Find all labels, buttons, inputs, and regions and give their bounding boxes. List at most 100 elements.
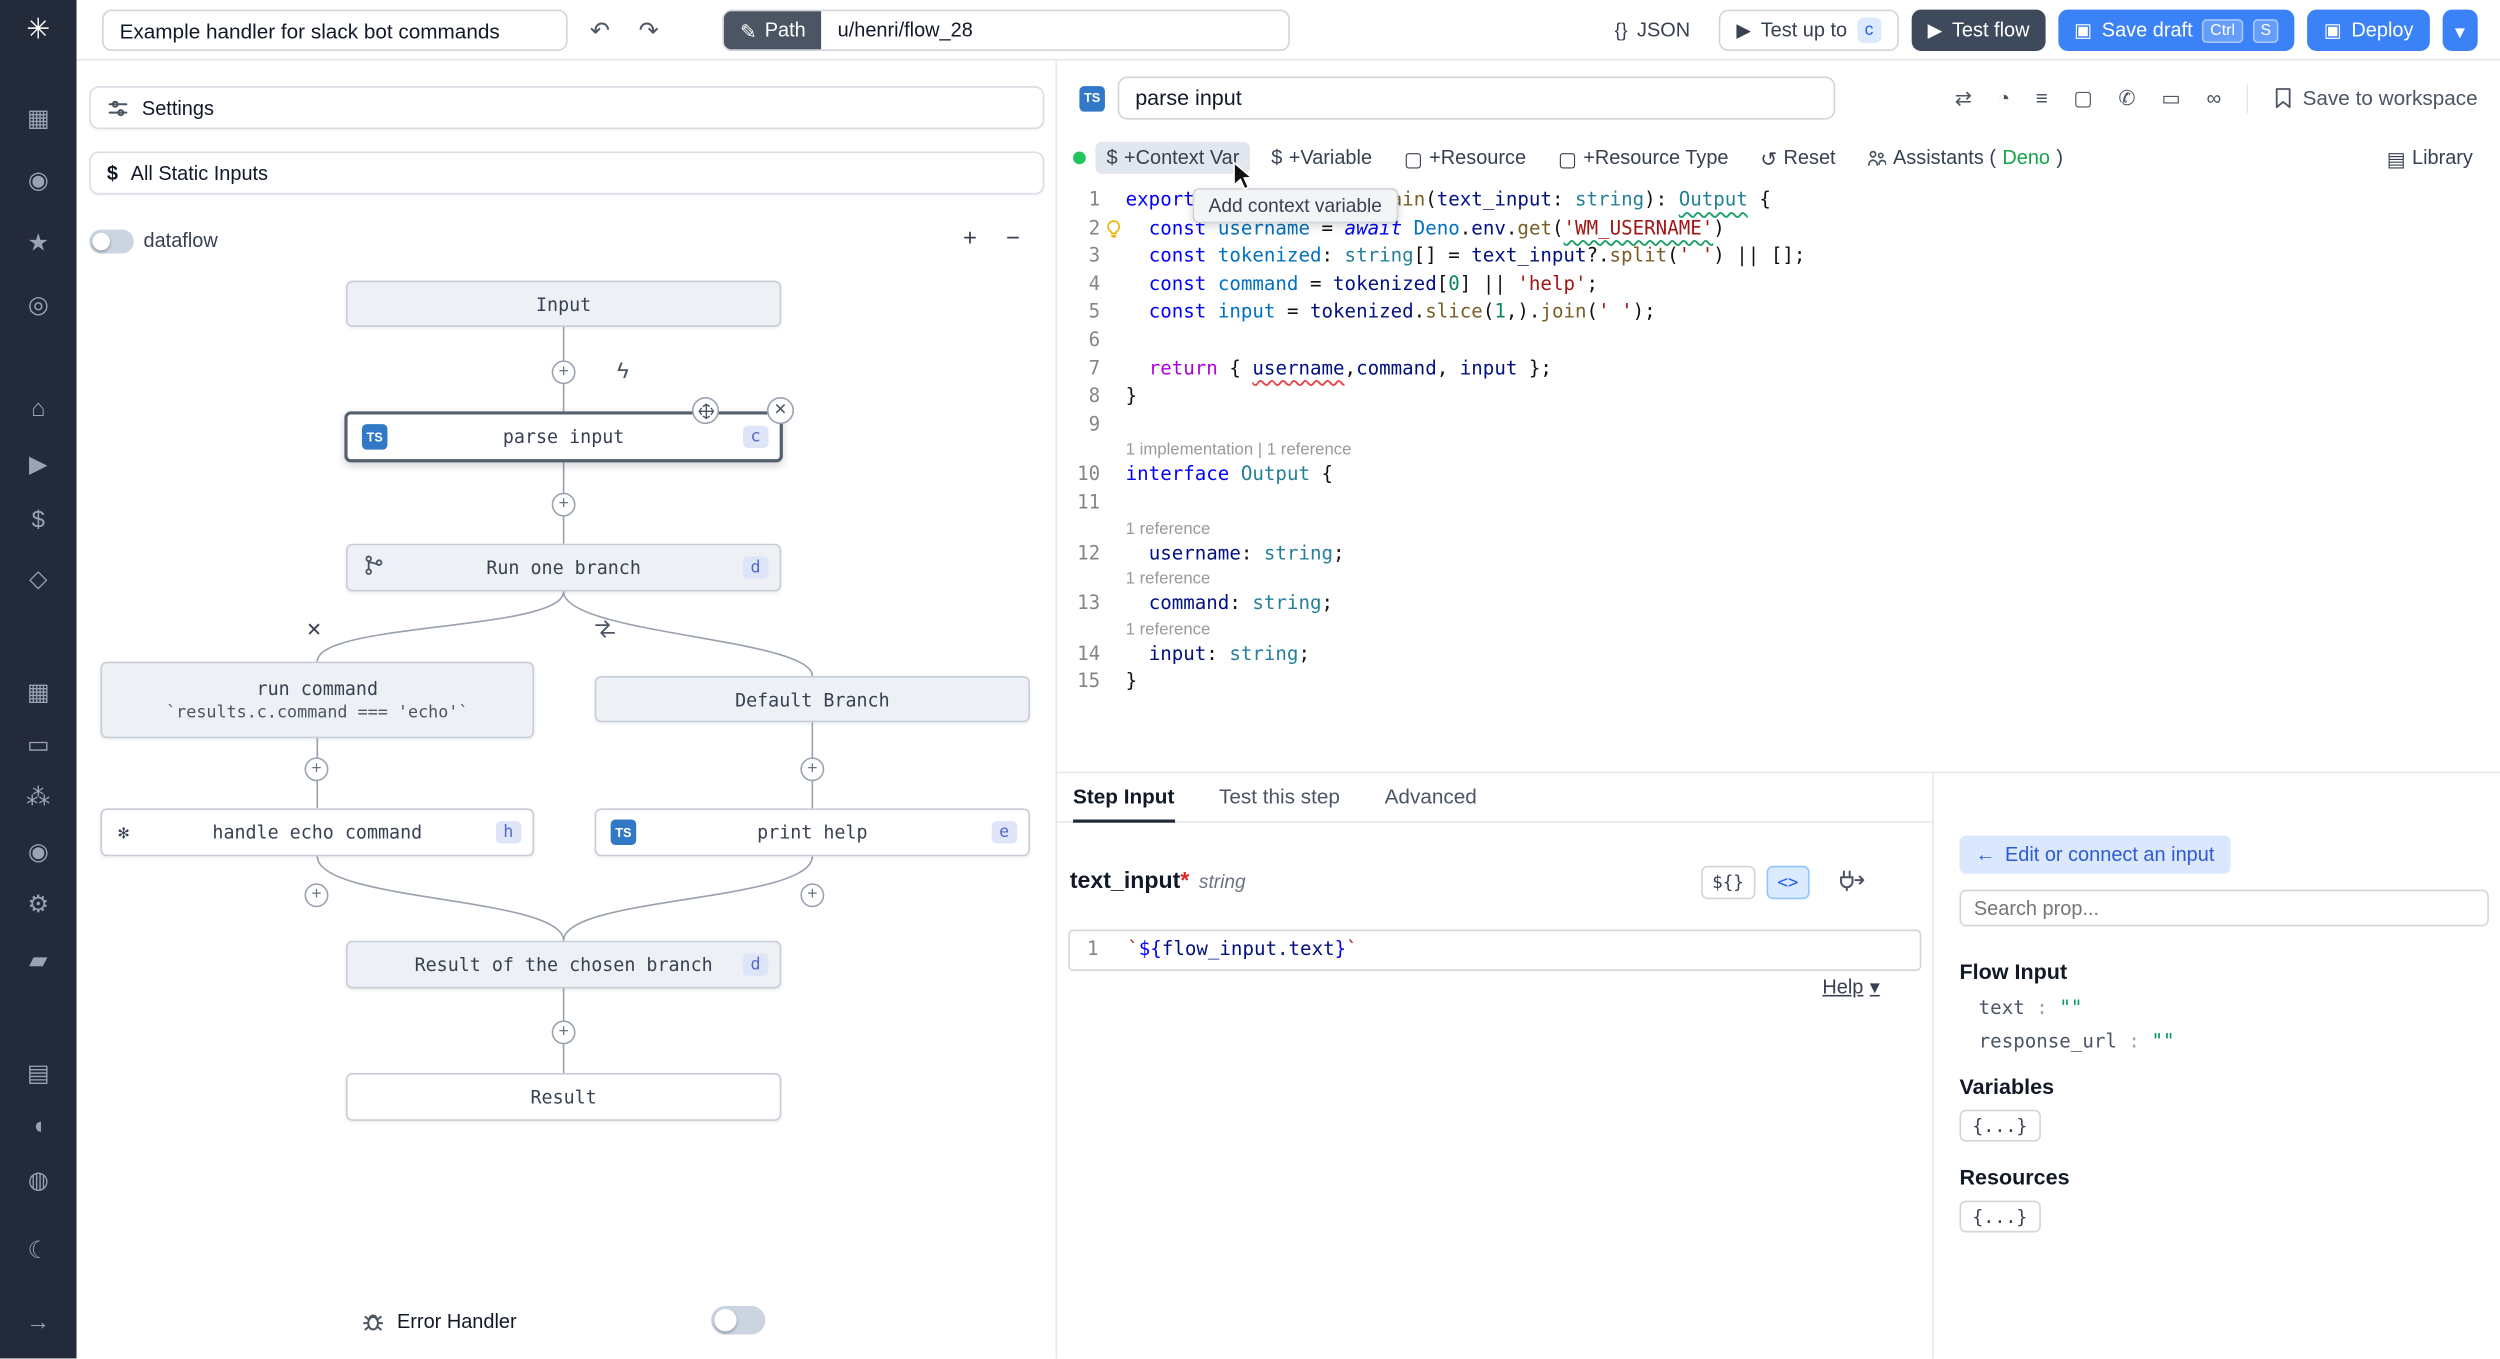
code-line[interactable]: 13 command: string; [1057, 590, 2500, 618]
node-run-command-branch[interactable]: run command `results.c.command === 'echo… [100, 661, 535, 739]
expression-editor[interactable]: 1 `${flow_input.text}` [1068, 929, 1922, 971]
code-line[interactable]: 14 input: string; [1057, 641, 2500, 669]
codelens[interactable]: 1 reference [1126, 517, 2500, 539]
node-handle-echo-command[interactable]: ✻ handle echo command h [100, 808, 535, 857]
sync-icon[interactable]: ⇄ [1955, 85, 1972, 111]
plug-input-icon[interactable] [1837, 867, 1866, 897]
node-run-one-branch[interactable]: Run one branch d [345, 543, 782, 592]
trigger-icon[interactable]: ϟ [617, 359, 629, 381]
deploy-button[interactable]: ▣ Deploy [2307, 9, 2430, 52]
windmill-logo-icon[interactable]: ✳ [0, 14, 77, 43]
save-to-workspace-button[interactable]: Save to workspace [2274, 86, 2478, 110]
code-line[interactable]: 6 [1057, 327, 2500, 355]
workers-icon[interactable]: ▰ [0, 948, 77, 975]
shortcuts-icon[interactable]: ▭ [2161, 85, 2181, 111]
node-parse-input[interactable]: TS parse input c [344, 411, 783, 463]
redo-button[interactable]: ↷ [632, 16, 665, 45]
code-line[interactable]: 12 username: string; [1057, 540, 2500, 568]
home-icon[interactable]: ⌂ [0, 396, 77, 423]
tab-step-input[interactable]: Step Input [1073, 773, 1175, 823]
community-icon[interactable]: ◖ [0, 1114, 77, 1140]
codelens[interactable]: 1 reference [1126, 568, 2500, 590]
library-button[interactable]: ▤ Library [2376, 141, 2484, 174]
delete-node-icon[interactable]: ✕ [766, 397, 795, 425]
add-resource-button[interactable]: ▢ +Resource [1393, 141, 1537, 174]
add-variable-button[interactable]: $ +Variable [1260, 142, 1383, 174]
move-node-icon[interactable] [691, 397, 720, 425]
search-prop-input[interactable] [1959, 889, 2489, 927]
metrics-icon[interactable]: ◔ [1998, 86, 2011, 110]
code-line[interactable]: 11 [1057, 489, 2500, 517]
code-editor[interactable]: 1export async function main(text_input: … [1057, 187, 2500, 697]
vim-mode-icon[interactable]: ∞ [2206, 86, 2221, 110]
github-icon[interactable]: ◍ [0, 1168, 77, 1195]
flow-summary-input[interactable]: Example handler for slack bot commands [102, 9, 568, 52]
undo-button[interactable]: ↶ [584, 16, 617, 45]
audit-logs-icon[interactable]: ◉ [0, 839, 77, 866]
docs-icon[interactable]: ▤ [0, 1061, 77, 1088]
remove-branch-icon[interactable]: ✕ [306, 619, 322, 641]
edit-connect-input-button[interactable]: ← Edit or connect an input [1959, 835, 2231, 874]
code-line[interactable]: 9 [1057, 411, 2500, 439]
groups-icon[interactable]: ⁂ [0, 785, 77, 812]
path-widget[interactable]: ✎ Path u/henri/flow_28 [722, 9, 1291, 52]
fullscreen-icon[interactable]: ▢ [2073, 85, 2093, 111]
schedules-icon[interactable]: ▦ [0, 680, 77, 707]
code-line[interactable]: 15} [1057, 669, 2500, 697]
code-line[interactable]: 5 const input = tokenized.slice(1,).join… [1057, 299, 2500, 327]
runs-icon[interactable]: ▶ [0, 452, 77, 479]
template-mode-chip[interactable]: ${} [1701, 865, 1756, 900]
code-line[interactable]: 10 interface Output { [1057, 461, 2500, 489]
prop-row-text[interactable]: text : "" [1979, 997, 2083, 1019]
users-icon[interactable]: ◎ [0, 293, 77, 319]
path-input[interactable]: u/henri/flow_28 [822, 11, 1289, 49]
assistants-button[interactable]: Assistants (Deno) [1856, 142, 2074, 174]
tab-test-this-step[interactable]: Test this step [1219, 773, 1340, 822]
deploy-options-button[interactable]: ▾ [2442, 9, 2478, 52]
code-mode-chip[interactable]: <> [1766, 865, 1810, 900]
add-step-icon[interactable]: + [800, 757, 825, 782]
node-branch-result[interactable]: Result of the chosen branch d [345, 940, 782, 989]
resources-icon[interactable]: ◇ [0, 567, 77, 594]
code-line[interactable]: 3 const tokenized: string[] = text_input… [1057, 243, 2500, 271]
code-line[interactable]: 7 return { username,command, input }; [1057, 355, 2500, 383]
codelens[interactable]: 1 implementation | 1 reference [1126, 439, 2500, 461]
folders-icon[interactable]: ▭ [0, 733, 77, 759]
add-step-icon[interactable]: + [800, 883, 825, 908]
apps-icon[interactable]: ▦ [0, 106, 77, 133]
node-default-branch[interactable]: Default Branch [594, 676, 1030, 723]
add-step-icon[interactable]: + [551, 1020, 576, 1045]
reset-button[interactable]: ↺ Reset [1749, 141, 1846, 174]
user-icon[interactable]: ◉ [0, 168, 77, 195]
add-step-icon[interactable]: + [304, 757, 329, 782]
save-draft-button[interactable]: ▣ Save draft Ctrl S [2058, 9, 2296, 52]
step-name-input[interactable] [1117, 76, 1836, 120]
favorites-icon[interactable]: ★ [0, 230, 77, 257]
node-input[interactable]: Input [345, 280, 782, 327]
call-icon[interactable]: ✆ [2118, 85, 2135, 111]
codelens[interactable]: 1 reference [1126, 618, 2500, 640]
add-step-icon[interactable]: + [304, 883, 329, 908]
swap-branch-icon[interactable] [595, 619, 616, 643]
add-context-var-button[interactable]: $ +Context Var [1095, 141, 1251, 174]
code-line[interactable]: 1 `${flow_input.text}` [1070, 936, 1920, 964]
history-icon[interactable]: ≡ [2036, 86, 2048, 110]
add-resource-type-button[interactable]: ▢ +Resource Type [1547, 141, 1740, 174]
variables-object-chip[interactable]: {...} [1959, 1109, 2041, 1142]
code-line[interactable]: 4 const command = tokenized[0] || 'help'… [1057, 271, 2500, 299]
test-up-to-button[interactable]: ▶ Test up to c [1718, 9, 1899, 52]
json-toggle-button[interactable]: {} JSON [1599, 10, 1706, 51]
code-line[interactable]: 8} [1057, 383, 2500, 411]
variables-icon[interactable]: $ [0, 508, 77, 535]
help-link[interactable]: Help ▾ [1822, 974, 1879, 998]
dark-mode-icon[interactable]: ☾ [0, 1238, 77, 1265]
node-print-help[interactable]: TS print help e [594, 808, 1030, 857]
add-step-icon[interactable]: + [551, 360, 576, 385]
prop-row-response-url[interactable]: response_url : "" [1979, 1030, 2175, 1052]
test-flow-button[interactable]: ▶ Test flow [1911, 9, 2046, 52]
tab-advanced[interactable]: Advanced [1385, 773, 1477, 822]
expand-sidebar-icon[interactable]: → [0, 1310, 77, 1337]
node-result[interactable]: Result [345, 1073, 782, 1121]
add-step-icon[interactable]: + [551, 492, 576, 517]
resources-object-chip[interactable]: {...} [1959, 1200, 2041, 1233]
